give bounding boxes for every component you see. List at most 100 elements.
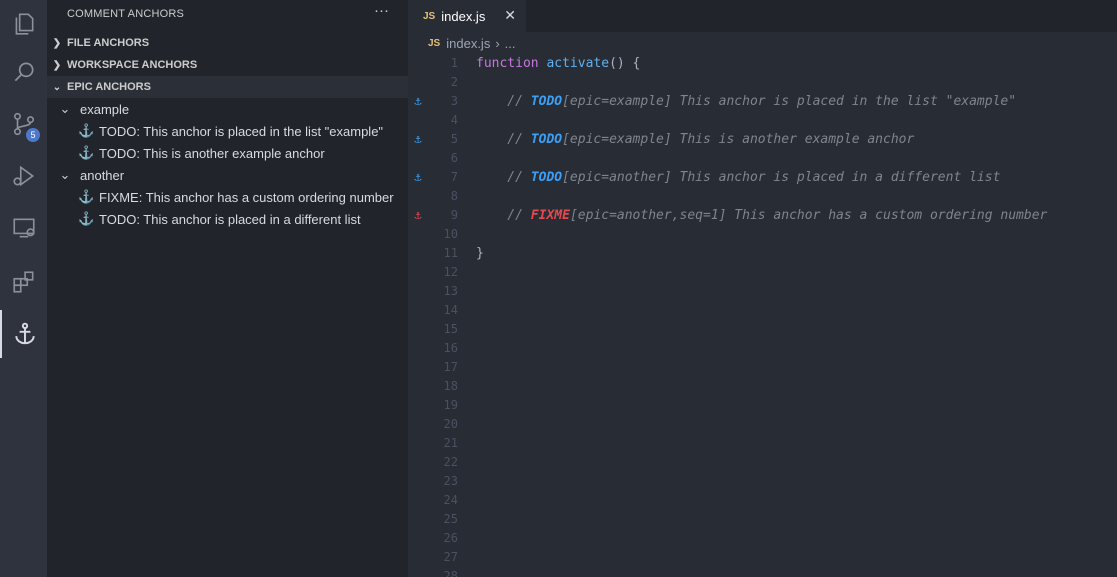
code-line: 10 [408,225,1117,244]
chevron-right-icon: ❯ [52,59,62,71]
line-number: 4 [450,113,458,127]
code-line: 2 [408,73,1117,92]
line-number: 16 [443,341,458,355]
section-label: EPIC ANCHORS [67,81,151,93]
anchor-icon: ⚓ [78,145,95,160]
comment-text: [epic=example] This is another example a… [562,132,915,147]
line-number: 3 [450,94,458,108]
line-number: 2 [450,75,458,89]
run-debug-icon[interactable] [0,152,47,200]
remote-explorer-icon[interactable] [0,204,47,252]
explorer-icon[interactable] [0,0,47,48]
code-line: 1 function activate() { [408,54,1117,73]
js-file-icon: JS [423,10,436,22]
code-line: 16 [408,339,1117,358]
code-line: 20 [408,415,1117,434]
more-actions-button[interactable]: ··· [374,2,389,19]
line-number: 14 [443,303,458,317]
line-number: 18 [443,379,458,393]
anchor-tag: TODO [530,132,563,147]
line-number: 9 [450,208,458,222]
code-line: 23 [408,472,1117,491]
comment-anchors-icon[interactable] [0,310,47,358]
code-line: 4 [408,111,1117,130]
tree-item-label: TODO: This anchor is placed in a differe… [99,211,361,227]
activity-bar: 5 [0,0,47,577]
code-line: 28 [408,567,1117,577]
code-line: 6 [408,149,1117,168]
code-line: 17 [408,358,1117,377]
extensions-icon[interactable] [0,258,47,306]
section-label: WORKSPACE ANCHORS [67,59,198,71]
source-control-icon[interactable]: 5 [0,100,47,148]
section-file-anchors[interactable]: ❯ FILE ANCHORS [47,32,408,54]
line-number: 5 [450,132,458,146]
tree-group-example[interactable]: ⌄ example [47,98,408,120]
code-line: 19 [408,396,1117,415]
editor-tab-bar: JS index.js ✕ [408,0,1117,32]
section-epic-anchors[interactable]: ⌄ EPIC ANCHORS [47,76,408,98]
comment-text: [epic=another] This anchor is placed in … [562,170,1001,185]
code-line: 24 [408,491,1117,510]
search-icon[interactable] [0,48,47,96]
anchor-icon: ⚓ [78,189,95,204]
line-number: 17 [443,360,458,374]
anchor-icon: ⚓ [414,208,422,222]
anchor-tag: TODO [530,170,563,185]
js-file-icon: JS [428,37,441,49]
anchor-icon: ⚓ [414,132,422,146]
line-number: 13 [443,284,458,298]
comment-anchors-sidebar: COMMENT ANCHORS ··· ❯ FILE ANCHORS ❯ WOR… [47,0,408,577]
line-number: 12 [443,265,458,279]
anchor-tag: FIXME [530,208,570,223]
line-number: 28 [443,569,458,577]
code-text: } [476,246,484,261]
comment-text: [epic=example] This anchor is placed in … [562,94,1017,109]
line-number: 6 [450,151,458,165]
line-number: 1 [450,56,458,70]
tree-item[interactable]: ⚓ TODO: This anchor is placed in a diffe… [47,208,408,230]
code-line: 15 [408,320,1117,339]
code-line: ⚓ 3 // TODO[epic=example] This anchor is… [408,92,1117,111]
tree-item-label: TODO: This anchor is placed in the list … [99,123,384,139]
tree-item[interactable]: ⚓ TODO: This is another example anchor [47,142,408,164]
line-number: 22 [443,455,458,469]
function-name: activate [546,56,610,71]
anchor-icon: ⚓ [78,211,95,226]
line-number: 10 [443,227,458,241]
tree-item[interactable]: ⚓ FIXME: This anchor has a custom orderi… [47,186,408,208]
code-line: 8 [408,187,1117,206]
line-number: 21 [443,436,458,450]
group-label: another [80,167,125,183]
line-number: 20 [443,417,458,431]
comment-text: [epic=another,seq=1] This anchor has a c… [569,208,1048,223]
tree-group-another[interactable]: ⌄ another [47,164,408,186]
code-line: 21 [408,434,1117,453]
breadcrumb-symbol[interactable]: ... [505,36,516,51]
line-number: 7 [450,170,458,184]
tab-index-js[interactable]: JS index.js ✕ [408,0,526,32]
line-number: 24 [443,493,458,507]
chevron-down-icon: ⌄ [59,101,71,116]
line-number: 26 [443,531,458,545]
tree-item[interactable]: ⚓ TODO: This anchor is placed in the lis… [47,120,408,142]
keyword: function [476,56,539,71]
chevron-down-icon: ⌄ [59,167,71,182]
line-number: 15 [443,322,458,336]
section-workspace-anchors[interactable]: ❯ WORKSPACE ANCHORS [47,54,408,76]
code-line: 12 [408,263,1117,282]
code-line: ⚓ 7 // TODO[epic=another] This anchor is… [408,168,1117,187]
breadcrumb-file[interactable]: index.js [446,36,490,51]
line-number: 23 [443,474,458,488]
line-number: 11 [443,246,458,260]
section-label: FILE ANCHORS [67,37,150,49]
anchor-icon: ⚓ [414,170,422,184]
line-number: 27 [443,550,458,564]
chevron-down-icon: ⌄ [52,81,62,93]
code-line: 25 [408,510,1117,529]
chevron-right-icon: ❯ [52,37,62,49]
close-icon[interactable]: ✕ [504,7,516,24]
code-line: ⚓ 5 // TODO[epic=example] This is anothe… [408,130,1117,149]
code-editor[interactable]: 1 function activate() { 2 ⚓ 3 // TODO[ep… [408,54,1117,577]
code-line: ⚓ 9 // FIXME[epic=another,seq=1] This an… [408,206,1117,225]
